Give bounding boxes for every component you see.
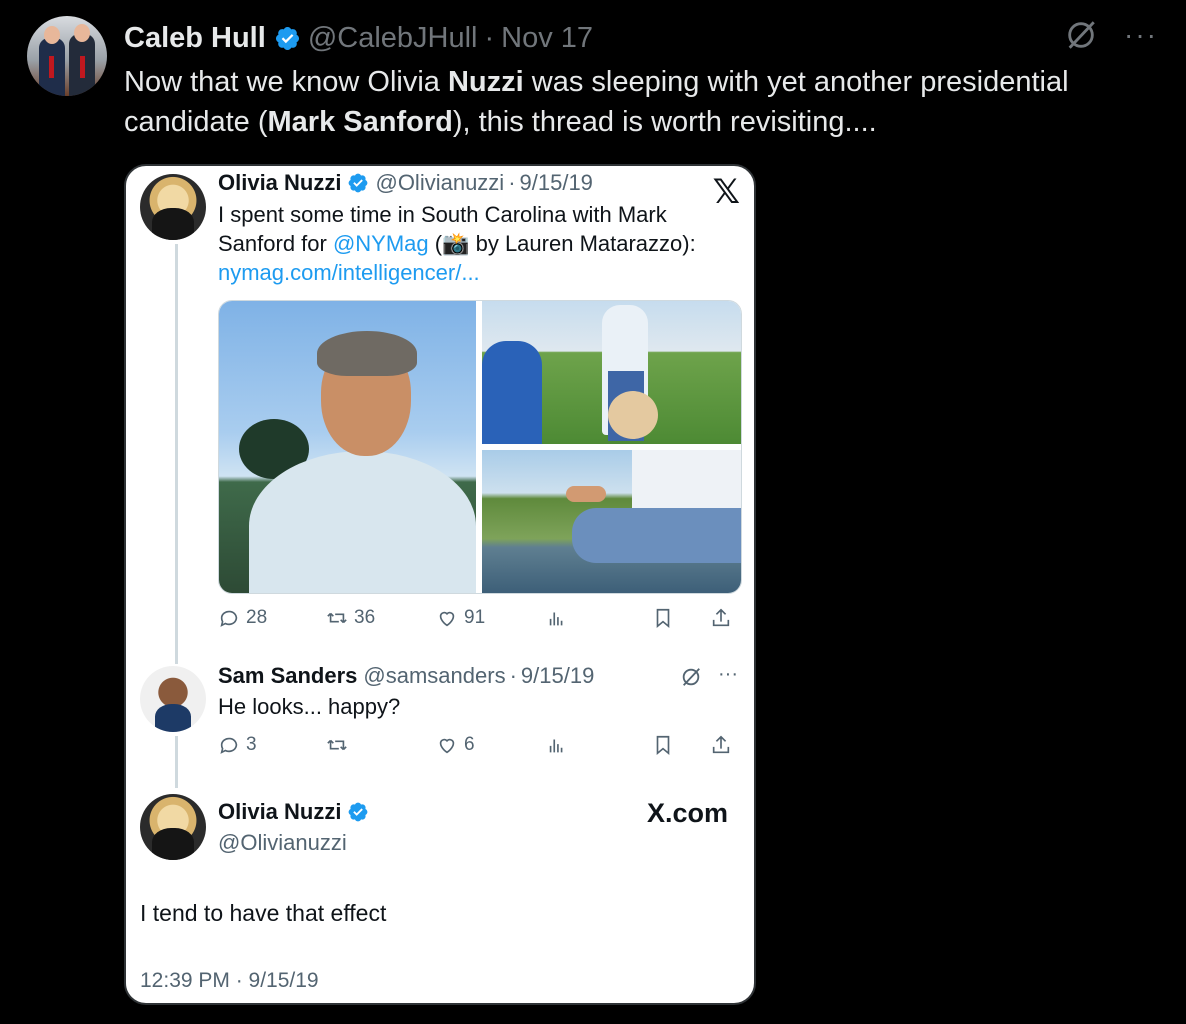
mention-link: @NYMag xyxy=(332,231,429,256)
sam-avatar xyxy=(140,666,206,732)
retweet-count: 36 xyxy=(354,607,376,628)
verified-badge-icon xyxy=(275,26,299,50)
avatar-tie xyxy=(49,56,54,78)
like-count: 91 xyxy=(464,607,486,628)
share-action xyxy=(710,607,732,629)
bookmark-icon xyxy=(656,608,670,629)
quoted-text: I spent some time in South Carolina with… xyxy=(218,200,738,287)
reply-icon xyxy=(220,737,238,754)
retweet-action: 36 xyxy=(326,607,375,629)
photo-grid xyxy=(218,300,742,594)
post-text-part: ), this thread is worth revisiting.... xyxy=(452,106,877,138)
author-handle[interactable]: @CalebJHull xyxy=(308,22,478,55)
verified-badge-icon xyxy=(349,802,368,822)
like-action: 6 xyxy=(436,734,475,756)
article-link: nymag.com/intelligencer/... xyxy=(218,260,480,285)
post-date[interactable]: Nov 17 xyxy=(501,22,593,55)
reply-tweet-header: Sam Sanders @samsanders · 9/15/19 xyxy=(218,663,594,689)
reply-icon xyxy=(220,610,238,627)
quoted-tweet-header: Olivia Nuzzi @Olivianuzzi · 9/15/19 xyxy=(218,170,593,196)
photo-person xyxy=(482,341,542,444)
bookmark-icon xyxy=(656,735,670,756)
author-avatar[interactable] xyxy=(27,16,107,96)
reply-action: 3 xyxy=(218,734,257,756)
reply-text: He looks... happy? xyxy=(218,694,401,719)
photo-hair xyxy=(317,331,417,376)
photo-hand xyxy=(566,486,606,502)
grok-icon[interactable] xyxy=(1064,18,1098,52)
olivia-avatar xyxy=(140,174,206,240)
retweet-action xyxy=(326,734,354,756)
x-com-brand: X.com xyxy=(646,798,728,828)
post-header: Caleb Hull @CalebJHull · Nov 17 xyxy=(124,18,593,58)
reply-action-bar: 3 6 xyxy=(218,730,740,760)
final-author-handle: @Olivianuzzi xyxy=(218,830,347,855)
views-icon xyxy=(549,612,563,626)
post-text-bold: Mark Sanford xyxy=(267,106,453,138)
bookmark-action xyxy=(652,607,674,629)
like-count: 6 xyxy=(464,734,475,755)
author-name[interactable]: Caleb Hull xyxy=(124,22,266,55)
embedded-screenshot[interactable]: Olivia Nuzzi @Olivianuzzi · 9/15/19 𝕏 I … xyxy=(124,164,756,1005)
final-timestamp: 12:39 PM · 9/15/19 xyxy=(140,969,319,992)
post-actions-top: ··· xyxy=(1064,18,1158,52)
share-icon xyxy=(712,735,730,754)
photo-shirt xyxy=(632,450,741,512)
post-text-bold: Nuzzi xyxy=(447,66,524,98)
like-action: 91 xyxy=(436,607,485,629)
like-icon xyxy=(439,611,455,627)
like-icon xyxy=(439,738,455,754)
reply-author-handle: @samsanders xyxy=(363,663,506,688)
quoted-author-handle: @Olivianuzzi xyxy=(375,170,505,195)
bookmark-action xyxy=(652,734,674,756)
more-icon: ··· xyxy=(718,663,738,685)
final-tweet-text: I tend to have that effect xyxy=(140,900,387,926)
final-author-name: Olivia Nuzzi xyxy=(218,799,342,824)
avatar-tie xyxy=(80,56,85,78)
quoted-text-line: I spent some time in South Carolina with… xyxy=(218,202,667,227)
share-action xyxy=(710,734,732,756)
quoted-text-part: Sanford for xyxy=(218,231,333,256)
views-icon xyxy=(549,739,563,753)
photo-dog-animal xyxy=(608,391,658,439)
olivia-avatar xyxy=(140,794,206,860)
quoted-action-bar: 28 36 91 xyxy=(218,603,740,633)
thread-line xyxy=(175,736,178,788)
photo-portrait xyxy=(219,301,476,593)
quoted-text-line: Sanford for @NYMag (📸 by Lauren Matarazz… xyxy=(218,229,738,258)
quoted-text-part: (📸 by Lauren Matarazzo): xyxy=(428,231,696,256)
post-text: Now that we know Olivia Nuzzi was sleepi… xyxy=(124,62,1164,142)
retweet-icon xyxy=(327,739,347,751)
share-icon xyxy=(712,608,730,627)
more-icon[interactable]: ··· xyxy=(1124,21,1158,49)
reply-count: 3 xyxy=(246,734,257,755)
avatar-head xyxy=(74,24,90,42)
avatar-head xyxy=(44,26,60,44)
reply-date: 9/15/19 xyxy=(520,663,595,688)
post-text-part: Now that we know Olivia xyxy=(124,66,448,98)
reply-author-name: Sam Sanders xyxy=(218,663,358,688)
thread-line xyxy=(175,244,178,664)
photo-jeans xyxy=(572,508,741,563)
photo-shirt xyxy=(249,451,476,593)
quoted-date: 9/15/19 xyxy=(519,170,593,195)
photo-dog xyxy=(482,301,741,444)
views-action xyxy=(546,607,568,629)
final-tweet-header: Olivia Nuzzi xyxy=(218,799,375,825)
views-action xyxy=(546,734,568,756)
photo-seated xyxy=(482,450,741,593)
verified-badge-icon xyxy=(349,173,368,193)
separator: · xyxy=(509,663,517,688)
reply-count: 28 xyxy=(246,607,268,628)
retweet-icon xyxy=(327,612,347,624)
grok-icon xyxy=(682,668,700,686)
separator: · xyxy=(508,170,516,195)
quoted-author-name: Olivia Nuzzi xyxy=(218,170,342,195)
separator: · xyxy=(484,21,495,54)
reply-action: 28 xyxy=(218,607,267,629)
